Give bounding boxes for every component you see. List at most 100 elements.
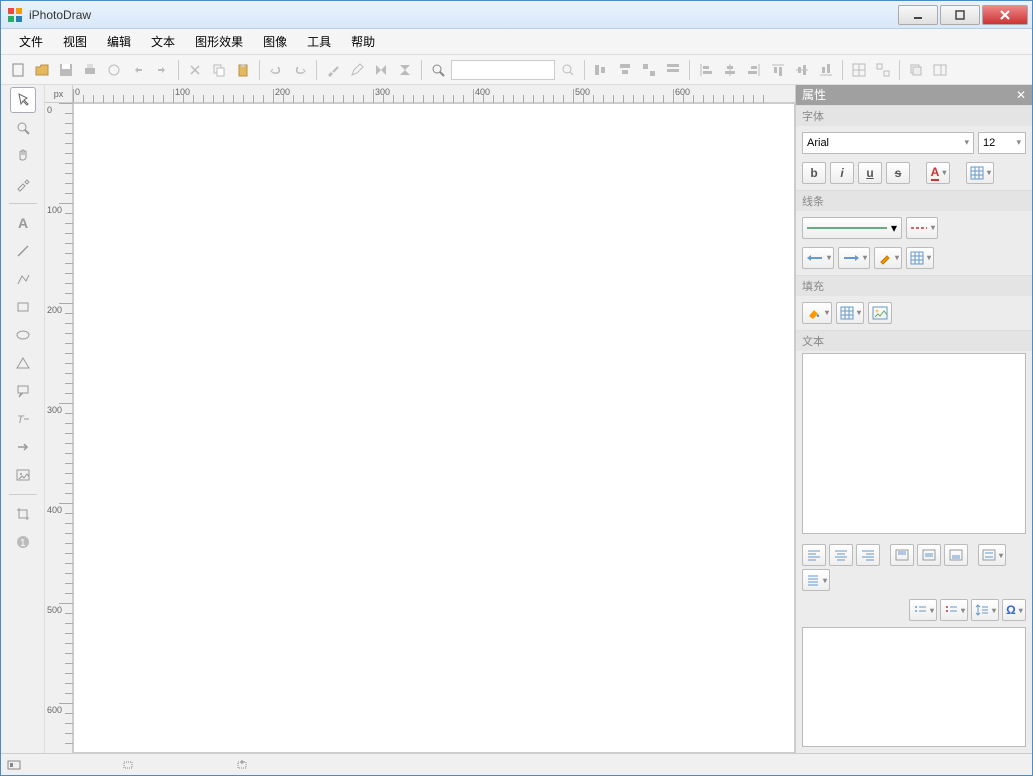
fill-image-button[interactable] [868,302,892,324]
print-button[interactable] [79,59,101,81]
zoom-tool[interactable] [10,115,36,141]
font-bg-button[interactable]: ▾ [966,162,994,184]
ungroup-button[interactable] [872,59,894,81]
text-valign-middle-button[interactable] [917,544,941,566]
image-tool[interactable] [10,462,36,488]
line-tool[interactable] [10,238,36,264]
font-size-combo[interactable]: 12▾ [978,132,1026,154]
main-toolbar [1,55,1032,85]
canvas[interactable] [73,103,795,753]
align-2-button[interactable] [614,59,636,81]
align-bottom-button[interactable] [815,59,837,81]
callout-tool[interactable] [10,378,36,404]
flip-v-button[interactable] [394,59,416,81]
pencil-button[interactable] [346,59,368,81]
menu-tools[interactable]: 工具 [297,29,341,54]
properties-panel: 属性 ✕ 字体 Arial▾ 12▾ b i u s A▾ [795,85,1032,753]
ellipse-tool[interactable] [10,322,36,348]
text-content-box[interactable] [802,353,1026,534]
preview-box [802,627,1026,747]
italic-button[interactable]: i [830,162,854,184]
text-valign-top-button[interactable] [890,544,914,566]
bold-button[interactable]: b [802,162,826,184]
undo-button[interactable] [127,59,149,81]
properties-close-button[interactable]: ✕ [1016,88,1026,102]
hand-tool[interactable] [10,143,36,169]
text-align-left-button[interactable] [802,544,826,566]
cut-button[interactable] [184,59,206,81]
align-4-button[interactable] [662,59,684,81]
titlebar: iPhotoDraw [1,1,1032,29]
close-button[interactable] [982,5,1028,25]
font-color-button[interactable]: A▾ [926,162,950,184]
text-direction-button[interactable]: ▾ [802,569,830,591]
group-button[interactable] [848,59,870,81]
strike-button[interactable]: s [886,162,910,184]
align-3-button[interactable] [638,59,660,81]
menu-shape-effect[interactable]: 图形效果 [185,29,253,54]
svg-text:1: 1 [20,538,26,549]
underline-button[interactable]: u [858,162,882,184]
arrow-start-button[interactable]: ▾ [802,247,834,269]
minimize-button[interactable] [898,5,938,25]
text-tool[interactable]: A [10,210,36,236]
number-tool[interactable]: 1 [10,529,36,555]
status-item-1 [7,759,21,771]
align-left-button[interactable] [695,59,717,81]
font-family-value: Arial [807,137,829,149]
symbol-button[interactable]: Ω▾ [1002,599,1026,621]
text2-tool[interactable]: T [10,406,36,432]
triangle-tool[interactable] [10,350,36,376]
crop-tool[interactable] [10,501,36,527]
list-style2-button[interactable]: ▾ [940,599,968,621]
align-middle-button[interactable] [791,59,813,81]
text-align-center-button[interactable] [829,544,853,566]
fill-pattern-button[interactable]: ▾ [836,302,864,324]
align-top-button[interactable] [767,59,789,81]
select-tool[interactable] [10,87,36,113]
align-right-button[interactable] [743,59,765,81]
layers-button[interactable] [905,59,927,81]
text-valign-bottom-button[interactable] [944,544,968,566]
menu-help[interactable]: 帮助 [341,29,385,54]
flip-h-button[interactable] [370,59,392,81]
arrow-end-button[interactable]: ▾ [838,247,870,269]
rectangle-tool[interactable] [10,294,36,320]
save-button[interactable] [55,59,77,81]
zoom-combo[interactable] [451,60,555,80]
redo2-button[interactable] [289,59,311,81]
line-color-button[interactable]: ▾ [874,247,902,269]
polyline-tool[interactable] [10,266,36,292]
zoom-fit-button[interactable] [557,59,579,81]
line-spacing-button[interactable]: ▾ [971,599,999,621]
zoom-button[interactable] [427,59,449,81]
font-family-combo[interactable]: Arial▾ [802,132,974,154]
line-dash-button[interactable]: ▾ [906,217,938,239]
maximize-button[interactable] [940,5,980,25]
menu-edit[interactable]: 编辑 [97,29,141,54]
menu-file[interactable]: 文件 [9,29,53,54]
brush-button[interactable] [322,59,344,81]
fill-color-button[interactable]: ▾ [802,302,832,324]
toolbox: A T 1 [1,85,45,753]
menu-view[interactable]: 视图 [53,29,97,54]
copy-button[interactable] [208,59,230,81]
undo2-button[interactable] [265,59,287,81]
new-button[interactable] [7,59,29,81]
properties-toggle-button[interactable] [929,59,951,81]
line-style-button[interactable]: ▾ [802,217,902,239]
line-pattern-button[interactable]: ▾ [906,247,934,269]
redo-button[interactable] [151,59,173,81]
list-style1-button[interactable]: ▾ [909,599,937,621]
arrow-tool[interactable] [10,434,36,460]
align-1-button[interactable] [590,59,612,81]
open-button[interactable] [31,59,53,81]
text-wrap-button[interactable]: ▾ [978,544,1006,566]
eyedropper-tool[interactable] [10,171,36,197]
paste-button[interactable] [232,59,254,81]
align-center-button[interactable] [719,59,741,81]
export-button[interactable] [103,59,125,81]
menu-image[interactable]: 图像 [253,29,297,54]
text-align-right-button[interactable] [856,544,880,566]
menu-text[interactable]: 文本 [141,29,185,54]
